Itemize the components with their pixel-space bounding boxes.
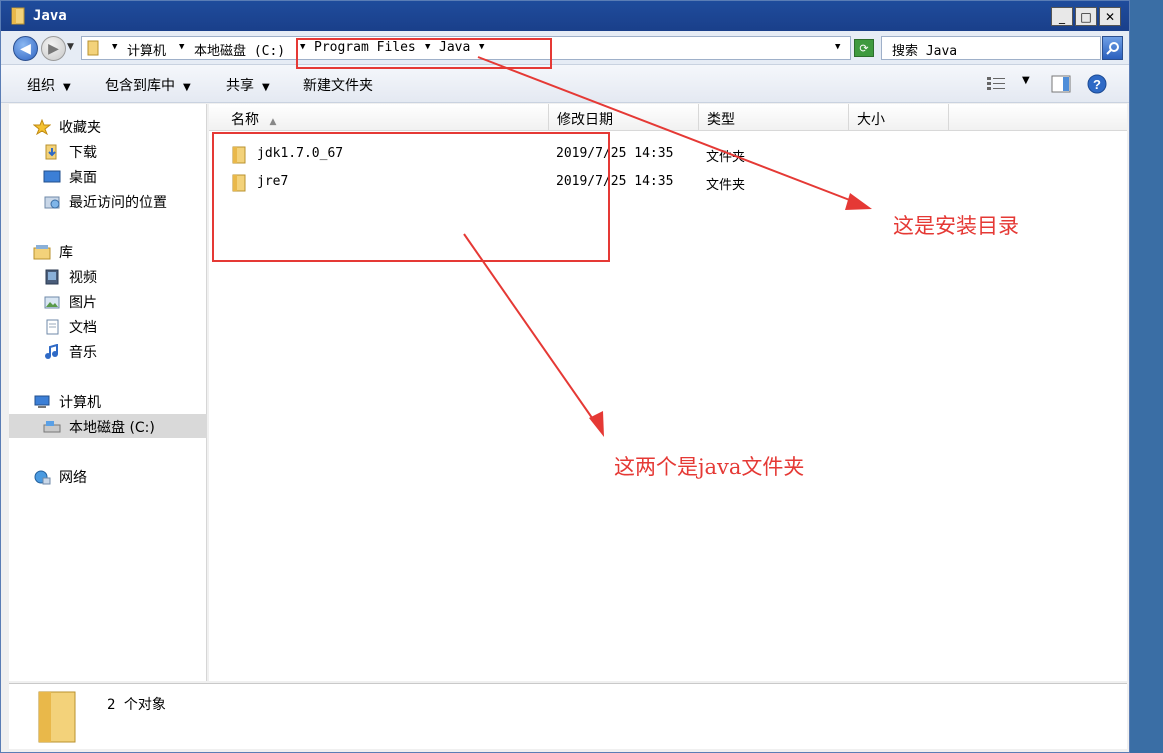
search-button[interactable] <box>1102 36 1123 60</box>
share-menu[interactable]: 共享 ▼ <box>226 75 270 95</box>
column-header-filler <box>949 104 1127 131</box>
nav-local-disk[interactable]: 本地磁盘 (C:) <box>43 417 155 437</box>
music-icon <box>43 343 61 360</box>
large-folder-icon <box>38 691 76 743</box>
explorer-window: Java _ □ ✕ ◀ ▶ ▼ ▼ 计算机 ▼ 本地磁盘 (C:) ▼ Pro… <box>0 0 1130 753</box>
column-header-size[interactable]: 大小 <box>849 104 949 131</box>
star-icon <box>32 118 52 136</box>
maximize-button[interactable]: □ <box>1075 7 1097 26</box>
window-title: Java <box>33 8 67 24</box>
address-bar: ◀ ▶ ▼ ▼ 计算机 ▼ 本地磁盘 (C:) ▼ Program Files … <box>1 31 1129 65</box>
nav-videos[interactable]: 视频 <box>43 267 97 287</box>
item-count: 2 个对象 <box>107 697 166 713</box>
annotation-box-address <box>296 38 552 69</box>
nav-documents[interactable]: 文档 <box>43 317 97 337</box>
documents-icon <box>43 319 61 335</box>
window-controls: _ □ ✕ <box>1051 7 1121 26</box>
details-pane: 2 个对象 <box>9 683 1127 749</box>
local-disk-icon <box>43 419 61 435</box>
close-button[interactable]: ✕ <box>1099 7 1121 26</box>
downloads-folder-icon <box>43 144 61 160</box>
view-options-icon[interactable] <box>986 75 1006 93</box>
nav-pictures[interactable]: 图片 <box>43 292 97 312</box>
recent-places-icon <box>43 194 61 210</box>
include-library-menu[interactable]: 包含到库中 ▼ <box>105 75 191 95</box>
nav-computer[interactable]: 计算机 <box>33 392 101 412</box>
history-dropdown-icon[interactable]: ▼ <box>67 42 74 52</box>
preview-pane-icon[interactable] <box>1051 75 1071 93</box>
pictures-icon <box>43 294 61 310</box>
sort-ascending-icon: ▲ <box>269 117 277 127</box>
nav-desktop[interactable]: 桌面 <box>43 167 97 187</box>
minimize-button[interactable]: _ <box>1051 7 1073 26</box>
computer-icon <box>33 394 51 410</box>
title-bar: Java _ □ ✕ <box>1 1 1129 31</box>
network-icon <box>33 469 51 485</box>
column-header-type[interactable]: 类型 <box>699 104 849 131</box>
breadcrumb-local-disk[interactable]: 本地磁盘 (C:) <box>194 40 285 59</box>
search-input[interactable]: 搜索 Java <box>881 36 1101 60</box>
annotation-java-folders: 这两个是java文件夹 <box>614 455 805 479</box>
help-icon[interactable]: ? <box>1087 74 1107 94</box>
new-folder-button[interactable]: 新建文件夹 <box>303 75 373 95</box>
navigation-pane: 收藏夹 下载 桌面 最近访问的位置 库 视频 图片 文档 音乐 计算机 本地磁盘… <box>9 104 207 681</box>
nav-network[interactable]: 网络 <box>33 467 87 487</box>
refresh-button[interactable]: ⟳ <box>854 39 874 57</box>
breadcrumb-computer[interactable]: 计算机 <box>127 40 166 59</box>
view-dropdown-icon[interactable]: ▼ <box>1022 75 1030 86</box>
file-type: 文件夹 <box>706 178 746 193</box>
organize-menu[interactable]: 组织 ▼ <box>27 75 71 95</box>
nav-recent-places[interactable]: 最近访问的位置 <box>43 192 167 212</box>
column-header-name[interactable]: 名称 ▲ <box>209 104 549 131</box>
nav-libraries[interactable]: 库 <box>33 242 73 262</box>
back-button[interactable]: ◀ <box>13 36 38 61</box>
forward-button[interactable]: ▶ <box>41 36 66 61</box>
folder-icon <box>87 40 99 56</box>
libraries-icon <box>33 244 51 260</box>
nav-favorites[interactable]: 收藏夹 <box>32 117 101 137</box>
address-dropdown-icon[interactable]: ▼ <box>835 42 840 52</box>
nav-downloads[interactable]: 下载 <box>43 142 97 162</box>
svg-text:?: ? <box>1093 77 1101 92</box>
file-type: 文件夹 <box>706 150 746 165</box>
annotation-install-dir: 这是安装目录 <box>893 214 1019 238</box>
search-icon <box>1105 42 1119 55</box>
chevron-down-icon[interactable]: ▼ <box>179 42 184 52</box>
videos-icon <box>43 269 61 285</box>
nav-music[interactable]: 音乐 <box>43 342 97 362</box>
desktop-icon <box>43 169 61 185</box>
folder-icon <box>11 7 25 25</box>
command-toolbar: 组织 ▼ 包含到库中 ▼ 共享 ▼ 新建文件夹 ▼ ? <box>1 65 1129 103</box>
annotation-box-folders <box>212 132 610 262</box>
column-header-modified[interactable]: 修改日期 <box>549 104 699 131</box>
chevron-down-icon[interactable]: ▼ <box>112 42 117 52</box>
